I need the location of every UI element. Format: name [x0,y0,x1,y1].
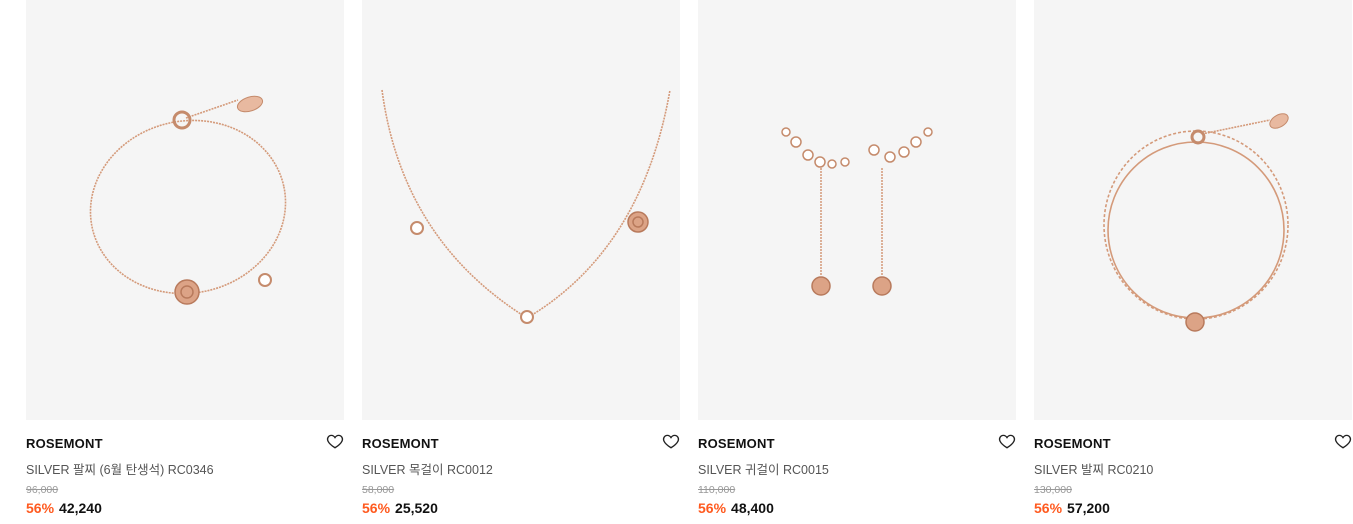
product-card[interactable]: ROSEMONT SILVER 발찌 RC0210 130,000 56% 57,… [1034,0,1352,516]
product-image[interactable] [26,0,344,420]
brand-name: ROSEMONT [698,436,775,451]
heart-icon[interactable] [998,432,1016,450]
sale-price: 25,520 [395,500,438,516]
product-image[interactable] [362,0,680,420]
original-price: 130,000 [1034,484,1072,496]
brand-name: ROSEMONT [362,436,439,451]
product-name[interactable]: SILVER 팔찌 (6월 탄생석) RC0346 [26,459,214,478]
original-price: 58,000 [362,484,395,496]
product-card[interactable]: ROSEMONT SILVER 목걸이 RC0012 58,000 56% 25,… [362,0,680,516]
discount-rate: 56% [1034,500,1063,516]
discount-rate: 56% [698,500,727,516]
product-name[interactable]: SILVER 발찌 RC0210 [1034,459,1153,478]
price-row: 56% 57,200 [1034,500,1110,516]
rose-gold-necklace-image [381,89,671,324]
rose-gold-anklet-image [1103,113,1289,332]
discount-rate: 56% [26,500,55,516]
sale-price: 48,400 [731,500,774,516]
product-image[interactable] [1034,0,1352,420]
price-row: 56% 42,240 [26,500,102,516]
heart-icon[interactable] [662,432,680,450]
brand-name: ROSEMONT [26,436,103,451]
rose-gold-earrings-image [781,127,933,296]
product-image[interactable] [698,0,1016,420]
rose-gold-bracelet-image [89,95,287,305]
original-price: 110,000 [698,484,736,496]
product-grid: ROSEMONT SILVER 팔찌 (6월 탄생석) RC0346 96,00… [0,0,1353,524]
sale-price: 57,200 [1067,500,1110,516]
discount-rate: 56% [362,500,391,516]
product-card[interactable]: ROSEMONT SILVER 귀걸이 RC0015 110,000 56% 48… [698,0,1016,516]
product-card[interactable]: ROSEMONT SILVER 팔찌 (6월 탄생석) RC0346 96,00… [26,0,344,516]
product-name[interactable]: SILVER 목걸이 RC0012 [362,459,493,478]
product-name[interactable]: SILVER 귀걸이 RC0015 [698,459,829,478]
heart-icon[interactable] [1334,432,1352,450]
sale-price: 42,240 [59,500,102,516]
original-price: 96,000 [26,484,59,496]
brand-name: ROSEMONT [1034,436,1111,451]
price-row: 56% 48,400 [698,500,774,516]
heart-icon[interactable] [326,432,344,450]
price-row: 56% 25,520 [362,500,438,516]
